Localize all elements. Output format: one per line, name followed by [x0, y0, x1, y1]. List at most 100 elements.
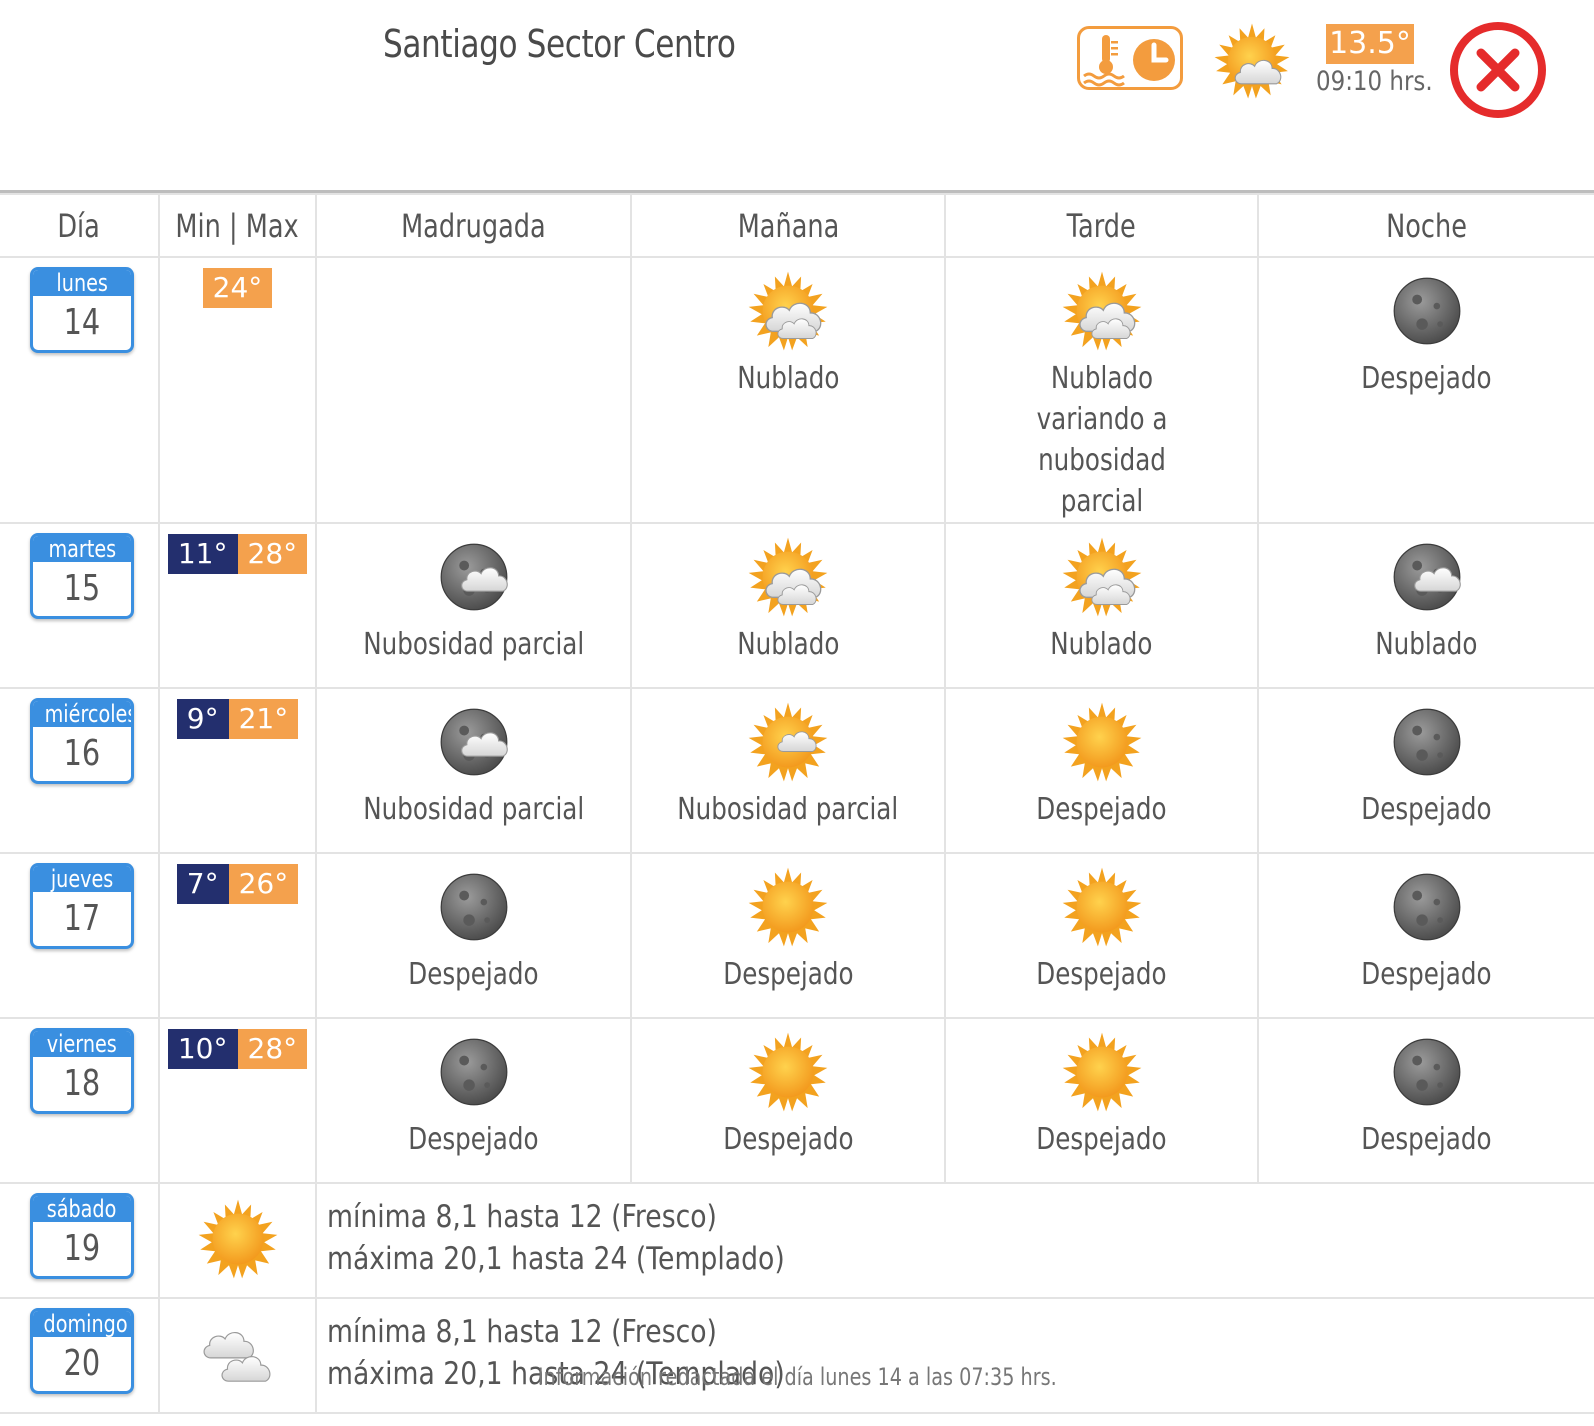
weekday-label: jueves — [50, 865, 114, 893]
condition-label: Despejado — [1361, 957, 1492, 992]
sun-cloud-icon — [747, 270, 829, 352]
moon-icon — [1393, 873, 1460, 941]
sun-icon — [197, 1198, 279, 1280]
sun-icon — [1061, 701, 1143, 783]
weekday-label: domingo — [43, 1310, 128, 1338]
min-temperature: 11° — [167, 534, 238, 574]
sun-icon — [1061, 866, 1143, 948]
day-cell: jueves 17 — [0, 852, 160, 1019]
day-cell: martes 15 — [0, 522, 160, 689]
moon-icon — [1393, 708, 1460, 776]
temperature-summary: mínima 8,1 hasta 12 (Fresco) máxima 20,1 … — [315, 1182, 1594, 1299]
condition-label: Despejado — [1036, 957, 1167, 992]
day-number: 19 — [63, 1228, 101, 1269]
table-row: martes 15 11° 28° Nubosidad parcial Nublado Nu… — [0, 522, 1594, 689]
sun-icon — [747, 866, 829, 948]
min-max-cell: 7° 26° — [158, 852, 317, 1019]
period-cell: Despejado — [944, 1017, 1259, 1184]
sun-cloud-icon — [1061, 536, 1143, 618]
table-row: jueves 17 7° 26° Despejado Despejado Despejado… — [0, 852, 1594, 1019]
day-calendar: viernes 18 — [30, 1028, 134, 1114]
period-cell: Despejado — [1257, 687, 1594, 854]
period-cell: Nublado variando a nubosidad parcial — [944, 256, 1259, 524]
max-temperature: 28° — [237, 534, 308, 574]
weekday-label: sábado — [47, 1195, 117, 1223]
current-temperature-badge: 13.5° — [1326, 24, 1414, 64]
column-header-manana: Mañana — [630, 193, 946, 258]
sun-cloud-icon — [747, 536, 829, 618]
condition-label: Nubosidad parcial — [677, 792, 899, 827]
period-cell: Despejado — [630, 1017, 946, 1184]
day-calendar: sábado 19 — [30, 1193, 134, 1279]
weekday-label: miércoles — [44, 700, 134, 728]
period-cell: Despejado — [315, 852, 632, 1019]
day-cell: domingo 20 — [0, 1297, 160, 1414]
condition-label: Nublado — [736, 361, 840, 396]
condition-label: Despejado — [408, 957, 539, 992]
day-cell: miércoles 16 — [0, 687, 160, 854]
thermometer-clock-icon — [1083, 35, 1175, 87]
column-header-tarde: Tarde — [944, 193, 1259, 258]
temperature-summary: mínima 8,1 hasta 12 (Fresco) máxima 20,1 … — [315, 1297, 1594, 1414]
period-cell: Despejado — [1257, 1017, 1594, 1184]
max-temperature: 24° — [202, 268, 273, 308]
summary-min-line: mínima 8,1 hasta 12 (Fresco) — [327, 1199, 717, 1235]
table-header-row: Día Min | Max Madrugada Mañana Tarde Noc… — [0, 193, 1594, 258]
day-cell: lunes 14 — [0, 256, 160, 524]
min-max-cell: 9° 21° — [158, 687, 317, 854]
weekday-label: martes — [48, 535, 116, 563]
table-row: lunes 14 24° Nublado Nublado variando a nubo… — [0, 256, 1594, 524]
condition-label: Nublado — [736, 627, 840, 662]
day-calendar: martes 15 — [30, 533, 134, 619]
column-header-min-max: Min | Max — [158, 193, 317, 258]
condition-label: Despejado — [722, 1122, 854, 1157]
period-cell — [315, 256, 632, 524]
forecast-table: Día Min | Max Madrugada Mañana Tarde Noc… — [0, 190, 1594, 1414]
partly-cloudy-icon — [1213, 22, 1291, 100]
day-number: 16 — [63, 733, 101, 774]
max-temperature: 26° — [228, 864, 299, 904]
min-temperature: 7° — [176, 864, 229, 904]
day-number: 17 — [63, 898, 101, 939]
condition-label: Despejado — [1036, 1122, 1167, 1157]
column-header-noche: Noche — [1257, 193, 1594, 258]
table-row: domingo 20 mínima 8,1 hasta 12 (Fresco) máx… — [0, 1297, 1594, 1414]
condition-label: Nublado — [1375, 627, 1478, 662]
min-temperature: 9° — [176, 699, 229, 739]
period-cell: Despejado — [944, 687, 1259, 854]
page-title: Santiago Sector Centro — [383, 22, 736, 66]
period-cell: Nubosidad parcial — [630, 687, 946, 854]
min-max-cell: 10° 28° — [158, 1017, 317, 1184]
weekday-label: viernes — [46, 1030, 118, 1058]
condition-label: Despejado — [408, 1122, 539, 1157]
condition-label: Nublado variando a nubosidad parcial — [1036, 361, 1167, 519]
condition-label: Despejado — [1361, 361, 1492, 396]
period-cell: Despejado — [944, 852, 1259, 1019]
period-cell: Despejado — [1257, 256, 1594, 524]
sun-icon — [747, 1031, 829, 1113]
moon-cloud-icon — [440, 708, 508, 776]
day-cell: sábado 19 — [0, 1182, 160, 1299]
table-row: miércoles 16 9° 21° Nubosidad parcial Nubosid… — [0, 687, 1594, 854]
condition-label: Nublado — [1050, 627, 1153, 662]
period-cell: Despejado — [1257, 852, 1594, 1019]
sun-icon — [1061, 1031, 1143, 1113]
condition-label: Despejado — [1036, 792, 1167, 827]
weather-icon-cell — [158, 1297, 317, 1414]
condition-label: Despejado — [1361, 1122, 1492, 1157]
thermometer-clock-button[interactable] — [1077, 26, 1183, 90]
moon-icon — [1393, 1038, 1460, 1106]
period-cell: Nublado — [944, 522, 1259, 689]
max-temperature: 28° — [237, 1029, 308, 1069]
day-number: 14 — [63, 302, 101, 343]
column-header-madrugada: Madrugada — [315, 193, 632, 258]
day-number: 18 — [63, 1063, 101, 1104]
moon-cloud-icon — [1393, 543, 1461, 611]
close-icon[interactable] — [1448, 20, 1548, 120]
period-cell: Nubosidad parcial — [315, 687, 632, 854]
period-cell: Despejado — [630, 852, 946, 1019]
header: Santiago Sector Centro 13.5° 09:10 hrs. — [0, 0, 1594, 190]
day-cell: viernes 18 — [0, 1017, 160, 1184]
sun-cloud-icon — [1061, 270, 1143, 352]
moon-icon — [1393, 277, 1460, 345]
